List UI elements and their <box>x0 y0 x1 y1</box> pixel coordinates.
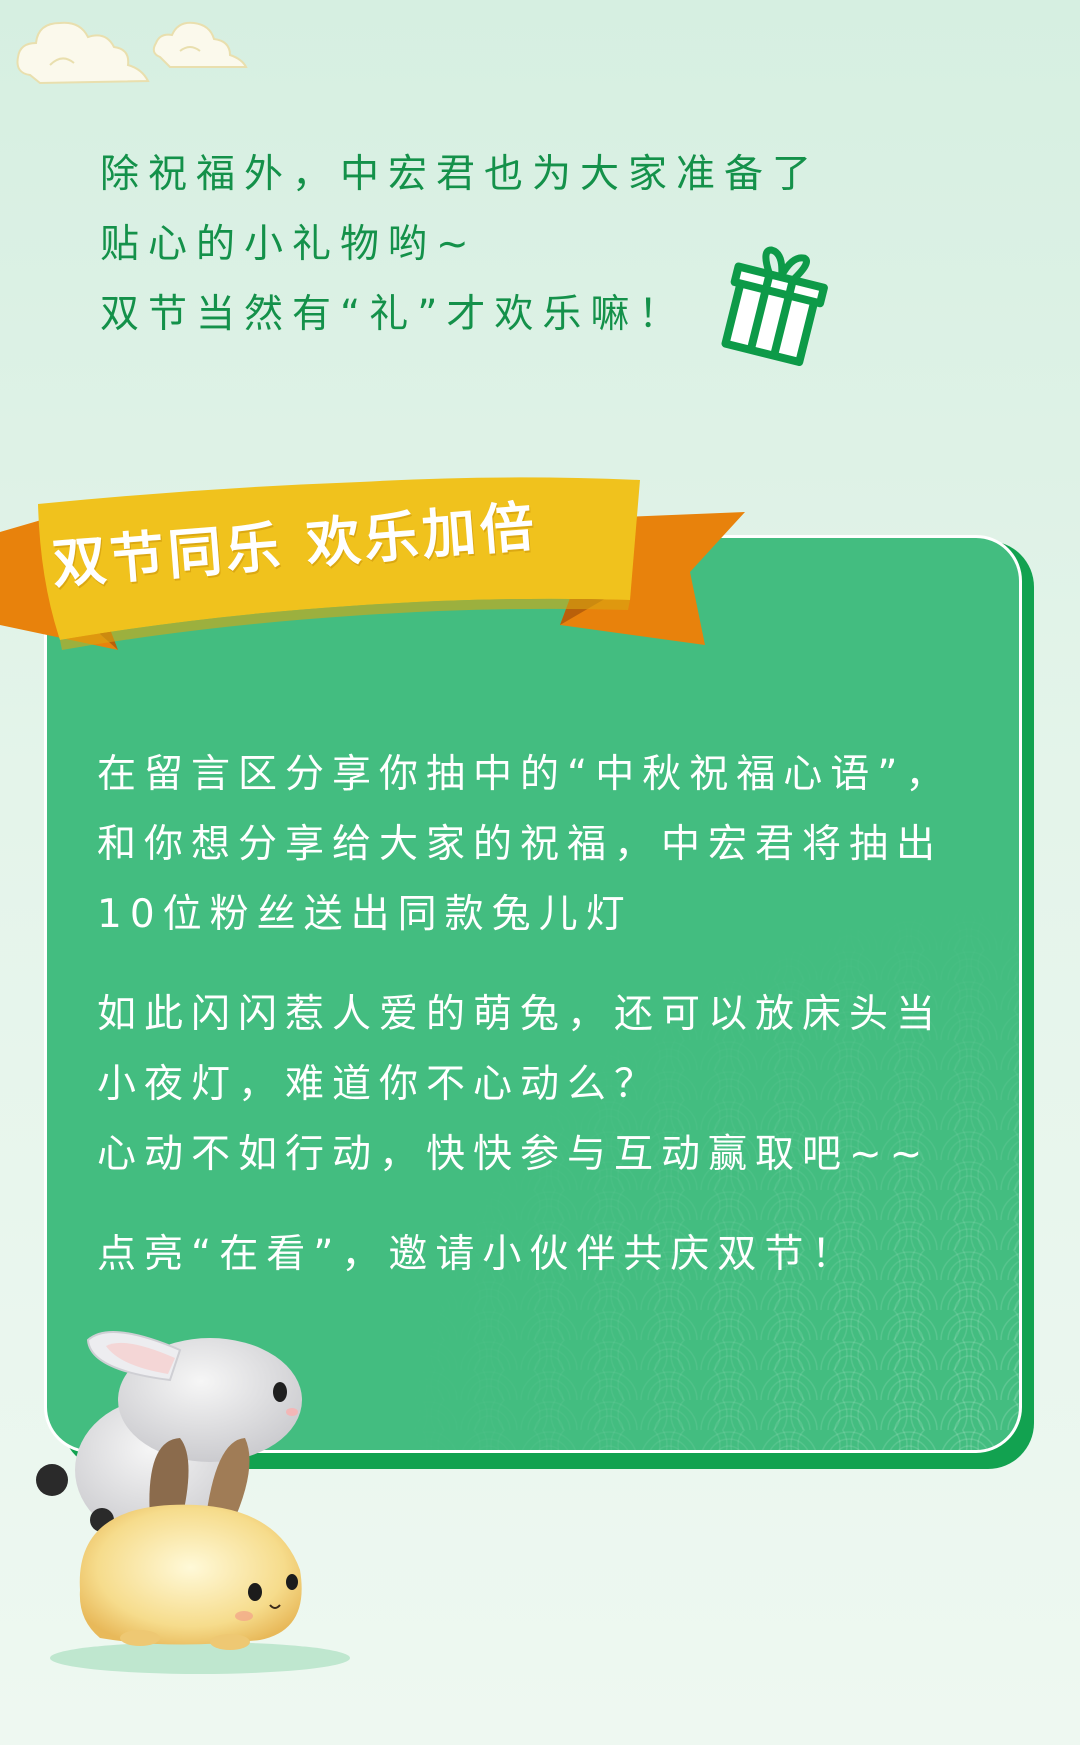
bunny-lamp-illustration <box>36 1331 350 1674</box>
card-line: 在留言区分享你抽中的“中秋祝福心语”， <box>97 752 953 797</box>
card-paragraph: 在留言区分享你抽中的“中秋祝福心语”， 和你想分享给大家的祝福，中宏君将抽出 1… <box>97 740 997 950</box>
cloud-decoration-icon <box>16 21 248 85</box>
card-line: 如此闪闪惹人爱的萌兔，还可以放床头当 <box>97 992 944 1037</box>
card-paragraph: 如此闪闪惹人爱的萌兔，还可以放床头当 小夜灯，难道你不心动么？ 心动不如行动，快… <box>97 980 997 1190</box>
card-line: 10位粉丝送出同款兔儿灯 <box>97 892 633 937</box>
card-line: 小夜灯，难道你不心动么？ <box>97 1062 662 1107</box>
card-line: 心动不如行动，快快参与互动赢取吧~~ <box>97 1132 931 1177</box>
card-text: 在留言区分享你抽中的“中秋祝福心语”， 和你想分享给大家的祝福，中宏君将抽出 1… <box>97 740 997 1320</box>
card-line: 点亮“在看”，邀请小伙伴共庆双节！ <box>97 1232 859 1277</box>
card-paragraph: 点亮“在看”，邀请小伙伴共庆双节！ <box>97 1220 997 1290</box>
intro-line: 除祝福外，中宏君也为大家准备了 <box>100 152 821 197</box>
card-line: 和你想分享给大家的祝福，中宏君将抽出 <box>97 822 944 867</box>
gift-icon <box>721 246 828 366</box>
